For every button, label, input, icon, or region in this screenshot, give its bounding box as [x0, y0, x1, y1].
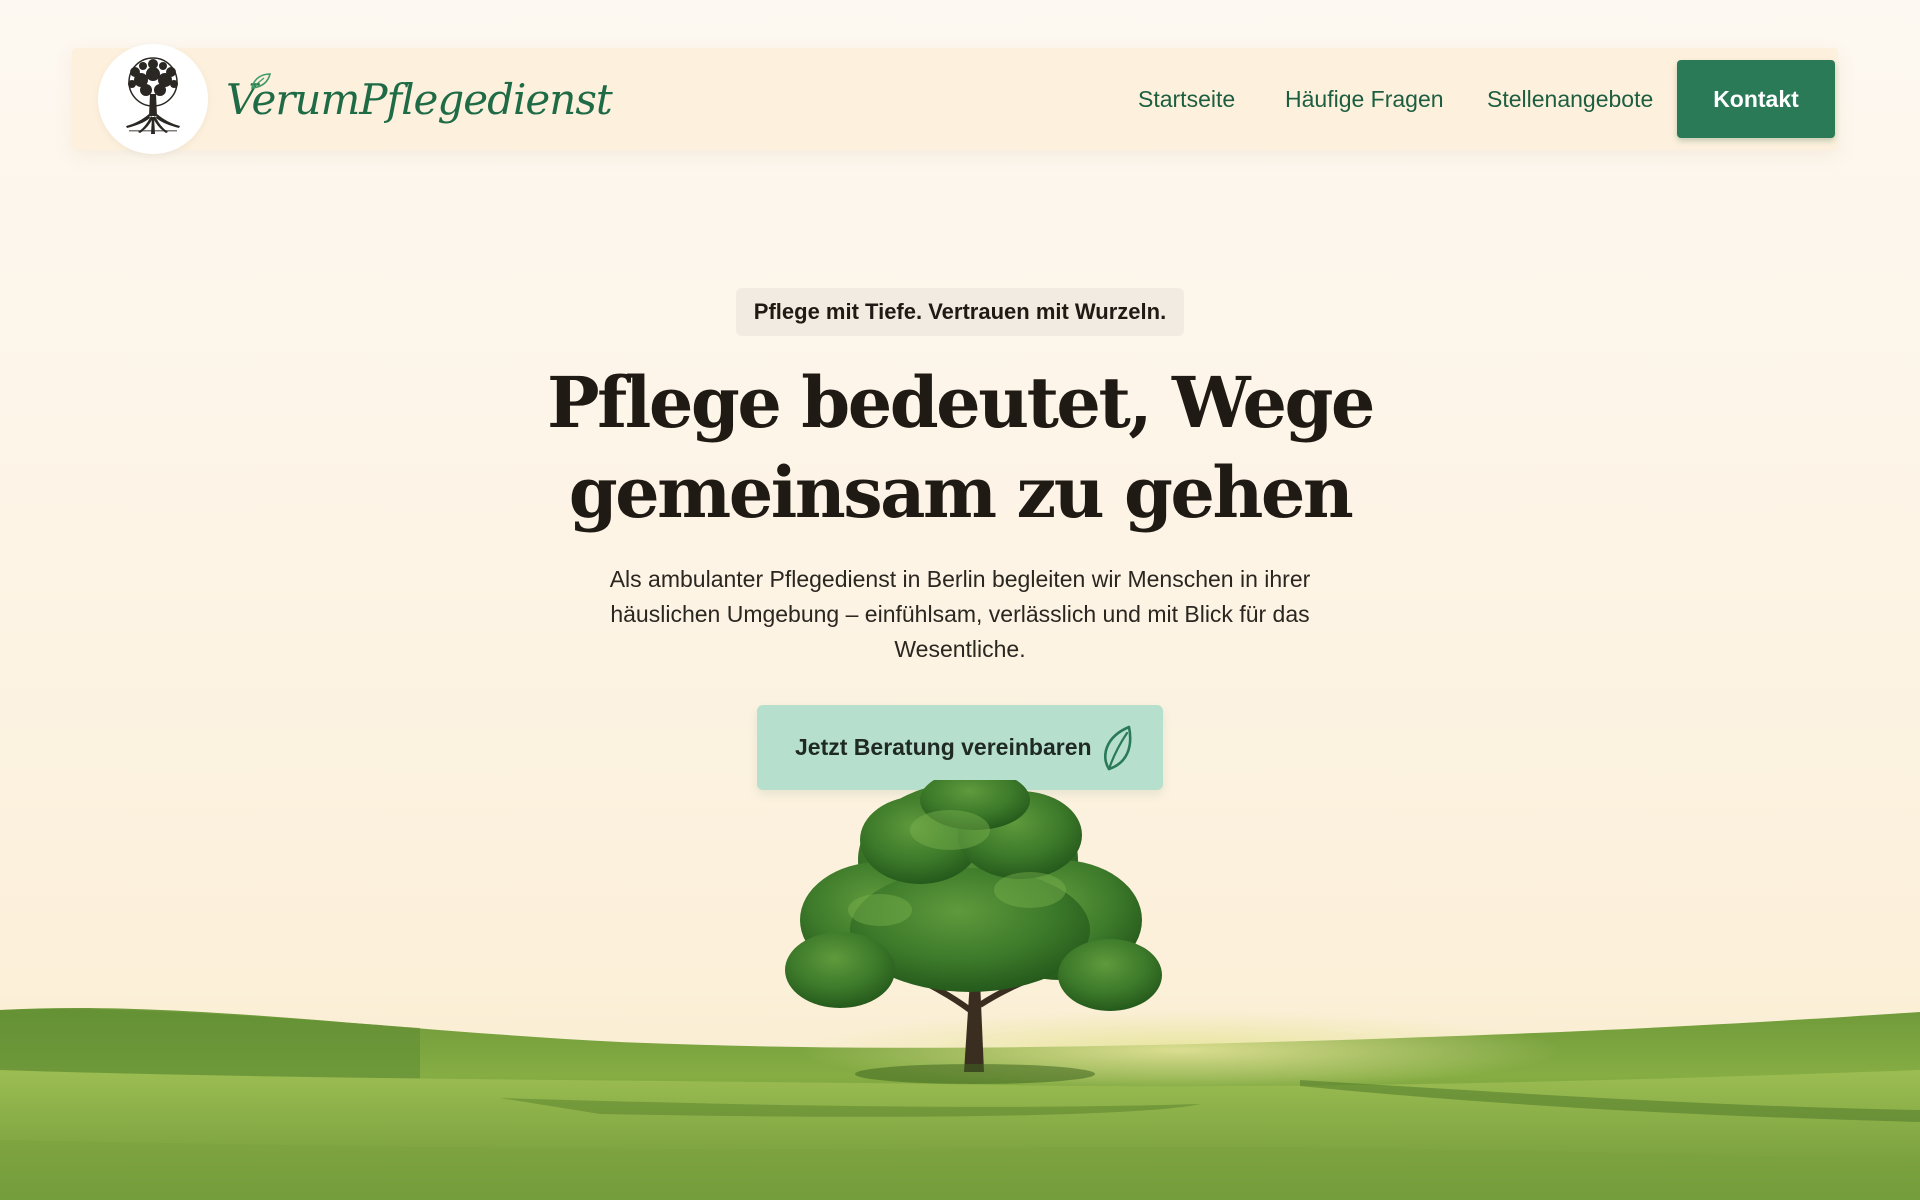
tagline-badge: Pflege mit Tiefe. Vertrauen mit Wurzeln. — [736, 288, 1184, 336]
hero-headline: Pflege bedeutet, Wege gemeinsam zu gehen — [460, 358, 1460, 538]
nav-stellenangebote[interactable]: Stellenangebote — [1487, 48, 1653, 150]
brand-name[interactable]: VerumPflegedienst — [226, 70, 613, 130]
landscape-illustration — [0, 780, 1920, 1200]
brand-leaf-icon — [251, 73, 272, 89]
logo[interactable] — [98, 44, 208, 154]
site-header: VerumPflegedienst Startseite Häufige Fra… — [72, 44, 1838, 154]
hero-headline-line-2: gemeinsam zu gehen — [568, 451, 1354, 534]
hero-headline-line-1: Pflege bedeutet, Wege — [547, 361, 1375, 444]
nav-haeufige-fragen[interactable]: Häufige Fragen — [1285, 48, 1444, 150]
tree-of-life-icon — [126, 57, 180, 134]
hero-subtext: Als ambulanter Pflegedienst in Berlin be… — [609, 566, 1311, 662]
nav-startseite[interactable]: Startseite — [1138, 48, 1235, 150]
beratung-cta-button[interactable]: Jetzt Beratung vereinbaren — [757, 705, 1163, 790]
kontakt-button[interactable]: Kontakt — [1677, 60, 1835, 138]
cta-label: Jetzt Beratung vereinbaren — [795, 734, 1092, 760]
leaf-icon — [1104, 725, 1132, 771]
